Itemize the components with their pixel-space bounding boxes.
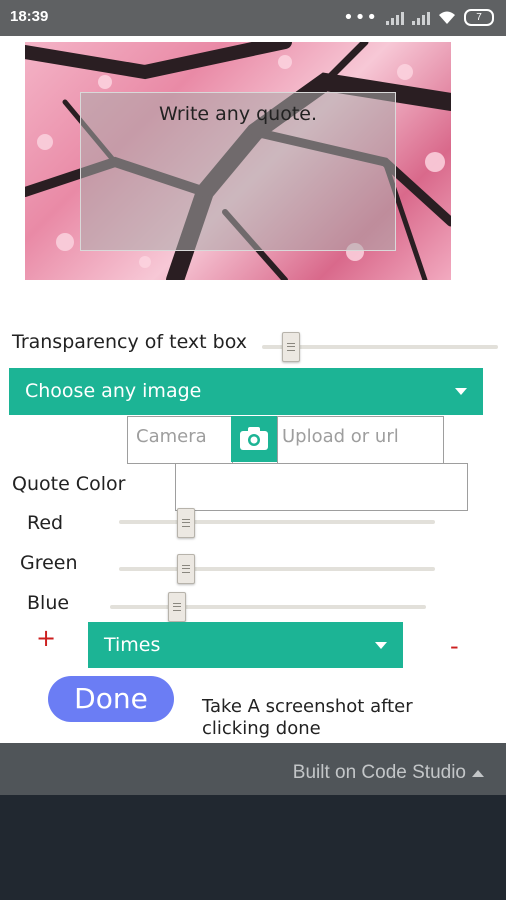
quote-color-swatch (175, 463, 468, 511)
transparency-label: Transparency of text box (12, 331, 248, 353)
chevron-down-icon (455, 388, 467, 395)
camera-icon (240, 427, 268, 450)
image-dropdown[interactable]: Choose any image (9, 368, 483, 415)
font-dropdown[interactable]: Times (88, 622, 403, 668)
transparency-slider-thumb[interactable] (282, 332, 301, 362)
blue-label: Blue (27, 592, 70, 614)
red-slider-track[interactable] (119, 520, 435, 524)
quote-color-label: Quote Color (12, 473, 126, 495)
signal-icon (386, 11, 404, 25)
battery-icon: 7 (464, 9, 494, 26)
more-dots-icon: ••• (343, 6, 378, 28)
blue-slider-thumb[interactable] (168, 592, 187, 622)
status-bar: 18:39 ••• 7 (0, 0, 506, 36)
chevron-up-icon (472, 769, 484, 777)
font-dropdown-value: Times (104, 634, 161, 656)
screenshot-note: Take A screenshot after clicking done (202, 696, 413, 739)
upload-placeholder: Upload or url (282, 426, 399, 447)
status-time: 18:39 (10, 8, 49, 25)
signal-icon-2 (412, 11, 430, 25)
bottom-blank-area (0, 795, 506, 900)
status-icons: ••• 7 (343, 6, 494, 28)
red-label: Red (27, 512, 64, 534)
green-slider-track[interactable] (119, 567, 435, 571)
quote-text-box: Write any quote. (80, 92, 396, 251)
camera-button[interactable] (231, 416, 277, 462)
quote-text: Write any quote. (158, 103, 318, 125)
built-on-code-studio-link[interactable]: Built on Code Studio (293, 762, 484, 784)
wifi-icon (439, 11, 455, 24)
camera-field[interactable]: Camera (127, 416, 233, 464)
green-slider-thumb[interactable] (177, 554, 196, 584)
blue-slider-track[interactable] (110, 605, 426, 609)
red-slider-thumb[interactable] (177, 508, 196, 538)
camera-placeholder: Camera (136, 426, 207, 447)
chevron-down-icon (375, 642, 387, 649)
font-size-minus-button[interactable]: - (450, 632, 459, 660)
font-size-plus-button[interactable]: + (36, 624, 56, 652)
image-preview: Write any quote. (25, 42, 451, 280)
upload-url-field[interactable]: Upload or url (277, 416, 444, 464)
done-button[interactable]: Done (48, 676, 174, 722)
image-dropdown-value: Choose any image (25, 380, 202, 402)
green-label: Green (20, 552, 78, 574)
footer-text: Built on Code Studio (292, 762, 466, 783)
